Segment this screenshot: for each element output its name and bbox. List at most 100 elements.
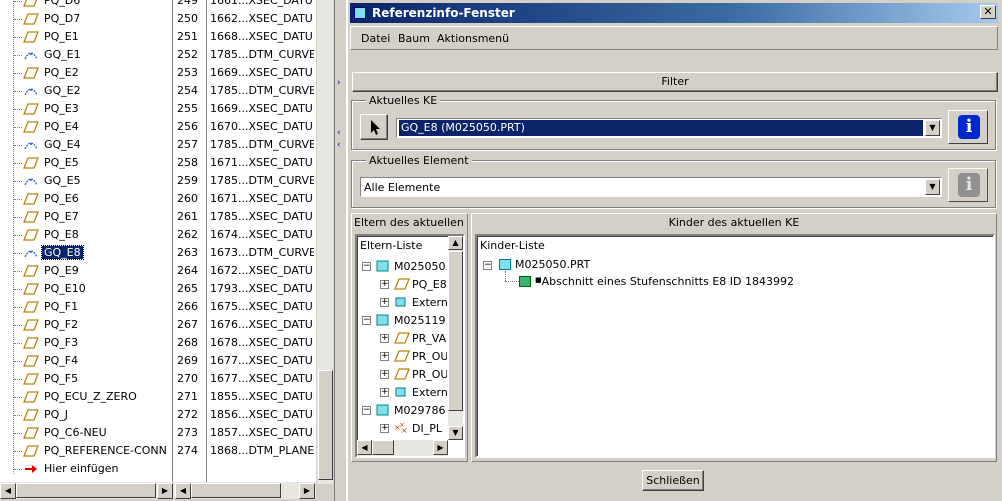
dropdown-arrow-icon[interactable]: ▼ bbox=[925, 179, 940, 195]
tree-row[interactable]: PQ_F5 270 1677...XSEC_DATUI bbox=[0, 370, 316, 388]
tree-row[interactable]: PQ_ECU_Z_ZERO 271 1855...XSEC_DATUI bbox=[0, 388, 316, 406]
tree-row-name[interactable]: PQ_F4 bbox=[44, 354, 78, 367]
close-button[interactable]: Schließen bbox=[642, 470, 704, 491]
select-pointer-button[interactable] bbox=[360, 114, 388, 140]
parents-tree-row[interactable]: − M025119 ( bbox=[357, 312, 447, 330]
collapse-left-icon[interactable]: ‹ bbox=[337, 128, 341, 138]
parents-vscrollbar[interactable]: ▲ ▼ bbox=[448, 236, 463, 440]
tree-row-name[interactable]: PQ_E10 bbox=[44, 282, 86, 295]
tree-row[interactable]: PQ_F1 266 1675...XSEC_DATUI bbox=[0, 298, 316, 316]
tree-row-name[interactable]: PQ_REFERENCE-CONN bbox=[44, 444, 167, 457]
scroll-down-icon[interactable]: ▼ bbox=[448, 426, 463, 440]
tree-row-name[interactable]: PQ_E6 bbox=[44, 192, 79, 205]
expand-icon[interactable]: + bbox=[380, 352, 389, 361]
tree-row-name[interactable]: PQ_E5 bbox=[44, 156, 79, 169]
scroll-right-icon[interactable]: ▶ bbox=[433, 440, 448, 455]
tree-row[interactable]: PQ_E9 264 1672...XSEC_DATUI bbox=[0, 262, 316, 280]
tree-row-name[interactable]: PQ_D7 bbox=[44, 12, 80, 25]
parents-tree-row[interactable]: + Externe bbox=[357, 294, 447, 312]
scroll-up-icon[interactable]: ▲ bbox=[448, 236, 463, 250]
parents-hscrollbar[interactable]: ◀ ▶ bbox=[357, 440, 448, 456]
expand-right-icon[interactable]: › bbox=[337, 78, 341, 88]
tree-row[interactable]: PQ_E6 260 1671...XSEC_DATUI bbox=[0, 190, 316, 208]
scroll-right-icon[interactable]: ▶ bbox=[299, 483, 315, 499]
tree-row[interactable]: PQ_E3 255 1669...XSEC_DATUI bbox=[0, 100, 316, 118]
children-root[interactable]: M025050.PRT bbox=[515, 258, 590, 276]
collapse-left-icon[interactable]: ‹ bbox=[337, 140, 341, 150]
tree-row-name[interactable]: PQ_F1 bbox=[44, 300, 78, 313]
filter-button[interactable]: Filter bbox=[352, 72, 998, 92]
parents-tree-row[interactable]: + PR_VA bbox=[357, 330, 447, 348]
scroll-left-icon[interactable]: ◀ bbox=[357, 440, 372, 455]
tree-row[interactable]: PQ_E7 261 1785...XSEC_DATUI bbox=[0, 208, 316, 226]
expand-icon[interactable]: + bbox=[380, 298, 389, 307]
tree-row-name[interactable]: GQ_E8 bbox=[41, 245, 84, 260]
scroll-left-icon[interactable]: ◀ bbox=[175, 483, 191, 499]
tree-vertical-scrollbar[interactable] bbox=[316, 0, 333, 484]
tree-row-name[interactable]: PQ_E3 bbox=[44, 102, 79, 115]
children-item[interactable]: ■Abschnitt eines Stufenschnitts E8 ID 18… bbox=[535, 275, 794, 293]
tree-row-name[interactable]: GQ_E4 bbox=[44, 138, 81, 151]
tree-row[interactable]: PQ_E5 258 1671...XSEC_DATUI bbox=[0, 154, 316, 172]
tree-horizontal-scrollbar[interactable]: ◀ ▶ ◀ ▶ bbox=[0, 482, 316, 499]
tree-row-name[interactable]: PQ_E2 bbox=[44, 66, 79, 79]
parents-tree[interactable]: Eltern-Liste −M025050.F+PQ_E8+Externe−M0… bbox=[355, 234, 465, 458]
menu-baum[interactable]: Baum bbox=[398, 32, 430, 45]
tree-row-name[interactable]: PQ_ECU_Z_ZERO bbox=[44, 390, 137, 403]
tree-row-name[interactable]: Hier einfügen bbox=[44, 462, 118, 475]
info-button[interactable]: i bbox=[948, 110, 988, 144]
tree-row-name[interactable]: PQ_C6-NEU bbox=[44, 426, 107, 439]
tree-row[interactable]: GQ_E2 254 1785...DTM_CURVE bbox=[0, 82, 316, 100]
expand-icon[interactable]: + bbox=[380, 388, 389, 397]
scroll-right-icon[interactable]: ▶ bbox=[157, 483, 173, 499]
tree-row-name[interactable]: PQ_E7 bbox=[44, 210, 79, 223]
tree-row[interactable]: PQ_F2 267 1676...XSEC_DATUI bbox=[0, 316, 316, 334]
scroll-thumb[interactable] bbox=[372, 440, 394, 455]
collapse-icon[interactable]: − bbox=[362, 406, 371, 415]
parents-tree-row[interactable]: + PQ_E8 bbox=[357, 276, 447, 294]
tree-row-name[interactable]: PQ_J bbox=[44, 408, 68, 421]
tree-row-name[interactable]: PQ_E9 bbox=[44, 264, 79, 277]
tree-row-name[interactable]: GQ_E5 bbox=[44, 174, 81, 187]
tree-row[interactable]: PQ_E8 262 1674...XSEC_DATUI bbox=[0, 226, 316, 244]
expand-icon[interactable]: + bbox=[380, 424, 389, 433]
tree-row[interactable]: PQ_F4 269 1677...XSEC_DATUI bbox=[0, 352, 316, 370]
tree-row[interactable]: PQ_C6-NEU 273 1857...XSEC_DATUI bbox=[0, 424, 316, 442]
tree-row-name[interactable]: GQ_E2 bbox=[44, 84, 81, 97]
parents-tree-row[interactable]: + PR_OU bbox=[357, 348, 447, 366]
menu-datei[interactable]: Datei bbox=[361, 32, 390, 45]
scroll-thumb[interactable] bbox=[191, 483, 281, 498]
scroll-left-icon[interactable]: ◀ bbox=[0, 483, 16, 499]
dropdown-arrow-icon[interactable]: ▼ bbox=[925, 120, 940, 136]
collapse-icon[interactable]: − bbox=[362, 262, 371, 271]
tree-row[interactable]: PQ_E4 256 1670...XSEC_DATUI bbox=[0, 118, 316, 136]
tree-row-name[interactable]: PQ_F3 bbox=[44, 336, 78, 349]
tree-row[interactable]: Hier einfügen bbox=[0, 460, 316, 478]
scroll-thumb[interactable] bbox=[448, 251, 463, 411]
tree-row[interactable]: GQ_E8 263 1673...DTM_CURVE bbox=[0, 244, 316, 262]
current-element-combo[interactable]: Alle Elemente ▼ bbox=[360, 177, 942, 197]
collapse-icon[interactable]: − bbox=[483, 261, 492, 270]
tree-row[interactable]: PQ_E1 251 1668...XSEC_DATUI bbox=[0, 28, 316, 46]
tree-row[interactable]: PQ_J 272 1856...XSEC_DATUI bbox=[0, 406, 316, 424]
parents-tree-row[interactable]: + × × × DI_PL bbox=[357, 420, 447, 436]
expand-icon[interactable]: + bbox=[380, 370, 389, 379]
tree-row[interactable]: GQ_E5 259 1785...DTM_CURVE bbox=[0, 172, 316, 190]
tree-row-name[interactable]: PQ_F5 bbox=[44, 372, 78, 385]
collapse-icon[interactable]: − bbox=[362, 316, 371, 325]
tree-row-name[interactable]: PQ_E8 bbox=[44, 228, 79, 241]
parents-tree-row[interactable]: + PR_OU bbox=[357, 366, 447, 384]
window-titlebar[interactable]: Referenzinfo-Fenster ✕ bbox=[350, 3, 998, 23]
menu-aktionsmenue[interactable]: Aktionsmenü bbox=[437, 32, 509, 45]
expand-icon[interactable]: + bbox=[380, 280, 389, 289]
tree-row[interactable]: PQ_E10 265 1793...XSEC_DATUI bbox=[0, 280, 316, 298]
tree-row[interactable]: GQ_E1 252 1785...DTM_CURVE bbox=[0, 46, 316, 64]
tree-row[interactable]: PQ_E2 253 1669...XSEC_DATUI bbox=[0, 64, 316, 82]
children-tree[interactable]: Kinder-Liste − M025050.PRT ■Abschnitt ei… bbox=[475, 234, 995, 458]
tree-row[interactable]: PQ_REFERENCE-CONN 274 1868...DTM_PLANE bbox=[0, 442, 316, 460]
close-icon[interactable]: ✕ bbox=[980, 5, 996, 19]
tree-row[interactable]: PQ_F3 268 1678...XSEC_DATUI bbox=[0, 334, 316, 352]
tree-row[interactable]: PQ_D7 250 1662...XSEC_DATUI bbox=[0, 10, 316, 28]
tree-row-name[interactable]: GQ_E1 bbox=[44, 48, 81, 61]
tree-row-name[interactable]: PQ_D6 bbox=[44, 0, 80, 7]
